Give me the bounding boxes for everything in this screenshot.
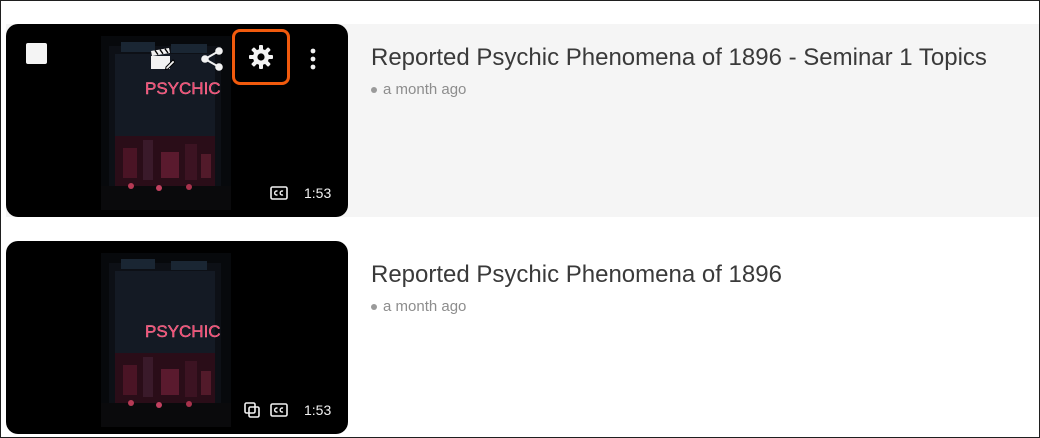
thumbnail-sign-text: PSYCHIC [145, 322, 221, 341]
thumbnail-scene: PSYCHIC [101, 253, 231, 427]
video-row[interactable]: PSYCHIC 1:53 Reported Psychic Phenomena … [6, 24, 1039, 217]
video-age: a month ago [383, 298, 467, 315]
video-thumbnail[interactable]: PSYCHIC 1:53 [6, 24, 348, 217]
settings-gear-icon [249, 45, 273, 69]
video-title[interactable]: Reported Psychic Phenomena of 1896 - Sem… [371, 42, 1029, 74]
clapperboard-edit-icon[interactable] [147, 44, 177, 74]
linked-copy-icon [242, 401, 262, 419]
video-age-line: a month ago [371, 298, 1029, 315]
video-meta: Reported Psychic Phenomena of 1896 - Sem… [371, 42, 1029, 98]
video-thumbnail[interactable]: PSYCHIC 1:53 [6, 241, 348, 434]
settings-button[interactable] [232, 29, 290, 85]
video-meta: Reported Psychic Phenomena of 1896 a mon… [371, 259, 1029, 315]
select-checkbox[interactable] [26, 43, 47, 64]
bullet-dot [371, 86, 377, 93]
video-duration: 1:53 [304, 185, 332, 201]
more-vertical-icon[interactable] [299, 44, 327, 74]
closed-captions-icon [269, 185, 289, 201]
video-title[interactable]: Reported Psychic Phenomena of 1896 [371, 259, 1029, 291]
bullet-dot [371, 303, 377, 310]
video-list: PSYCHIC 1:53 Reported Psychic Phenomena … [0, 0, 1040, 438]
video-duration: 1:53 [304, 402, 332, 418]
closed-captions-icon [269, 402, 289, 418]
video-age-line: a month ago [371, 81, 1029, 98]
video-row[interactable]: PSYCHIC 1:53 Reported Psychic Phenomena … [6, 241, 1039, 434]
thumbnail-sign-text: PSYCHIC [145, 79, 221, 98]
share-icon[interactable] [197, 44, 227, 74]
video-age: a month ago [383, 81, 467, 98]
